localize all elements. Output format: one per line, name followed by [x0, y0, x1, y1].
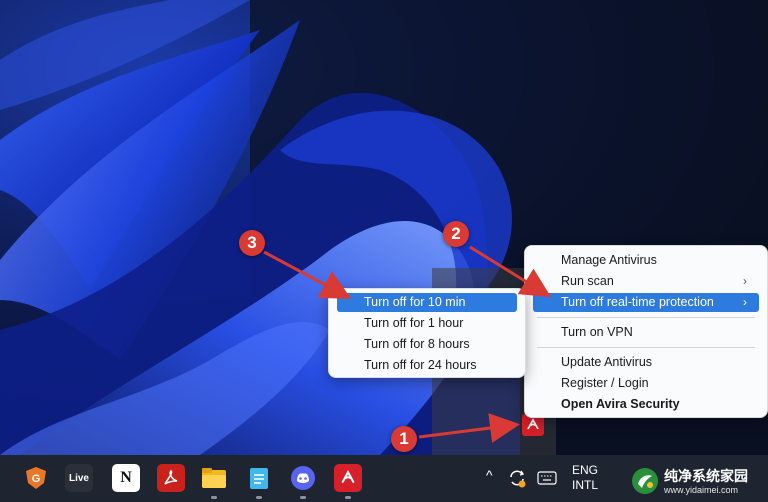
running-indicator — [211, 496, 217, 499]
tray-chevron-up-icon[interactable]: ^ — [486, 468, 493, 483]
site-watermark: 纯净系统家园 www.yidaimei.com — [622, 460, 768, 502]
svg-text:G: G — [32, 473, 41, 485]
arrow-step-3 — [263, 250, 352, 299]
discord-icon[interactable] — [289, 464, 317, 492]
running-indicator — [256, 496, 262, 499]
step-badge-1: 1 — [391, 426, 417, 452]
avira-app-icon[interactable] — [334, 464, 362, 492]
sync-update-icon[interactable] — [505, 466, 529, 490]
language-indicator[interactable]: ENG INTL — [568, 463, 602, 493]
arrow-step-2 — [469, 245, 552, 298]
notion-icon[interactable]: N — [112, 464, 140, 492]
keyboard-icon[interactable] — [536, 468, 558, 488]
step-badge-2: 2 — [443, 221, 469, 247]
watermark-logo-icon — [632, 468, 658, 494]
running-indicator — [345, 496, 351, 499]
file-explorer-icon[interactable] — [200, 464, 228, 492]
notepad-icon[interactable] — [245, 464, 273, 492]
gamer-app-icon[interactable]: G — [22, 464, 50, 492]
arrow-step-1 — [418, 413, 520, 443]
live-app-icon[interactable]: Live — [65, 464, 93, 492]
language-code: ENG — [571, 463, 598, 477]
step-badge-3: 3 — [239, 230, 265, 256]
keyboard-layout: INTL — [571, 478, 598, 492]
annotation-arrows — [263, 245, 552, 443]
watermark-url: www.yidaimei.com — [664, 485, 739, 495]
acrobat-reader-icon[interactable] — [157, 464, 185, 492]
running-indicator — [300, 496, 306, 499]
watermark-title: 纯净系统家园 — [664, 468, 748, 484]
